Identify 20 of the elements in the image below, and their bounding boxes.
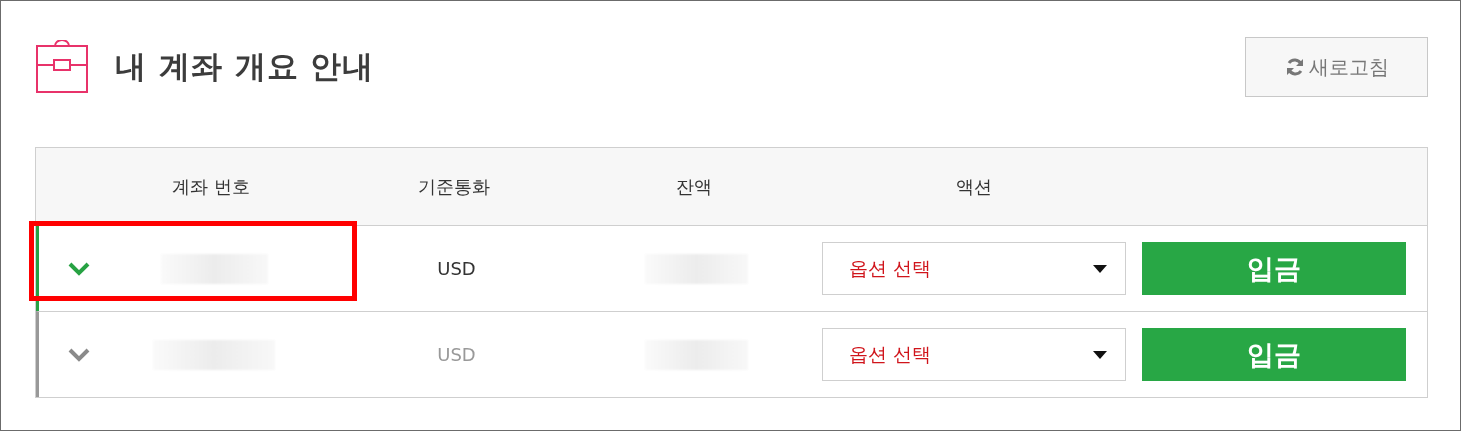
account-row[interactable]: USD 옵션 선택 입금 bbox=[36, 311, 1427, 397]
currency-text: USD bbox=[437, 344, 476, 365]
column-header: 기준통화 bbox=[417, 174, 490, 199]
refresh-icon bbox=[1284, 57, 1305, 77]
briefcase-icon bbox=[35, 40, 89, 94]
action-dropdown[interactable]: 옵션 선택 bbox=[822, 242, 1126, 295]
column-header: 계좌 번호 bbox=[172, 174, 250, 199]
action-dropdown[interactable]: 옵션 선택 bbox=[822, 328, 1126, 381]
currency-text: USD bbox=[437, 258, 476, 279]
deposit-button[interactable]: 입금 bbox=[1142, 242, 1406, 295]
chevron-icon[interactable] bbox=[68, 261, 90, 276]
caret-icon bbox=[1093, 350, 1107, 359]
column-header: 잔액 bbox=[675, 174, 712, 199]
column-header: 액션 bbox=[955, 174, 993, 199]
refresh-button[interactable]: 새로고침 bbox=[1245, 37, 1428, 97]
caret-icon bbox=[1093, 264, 1107, 273]
page-title: 내 계좌 개요 안내 bbox=[115, 47, 375, 86]
account-row[interactable]: USD 옵션 선택 입금 bbox=[36, 226, 1427, 311]
chevron-icon[interactable] bbox=[68, 347, 90, 362]
deposit-button[interactable]: 입금 bbox=[1142, 328, 1406, 381]
